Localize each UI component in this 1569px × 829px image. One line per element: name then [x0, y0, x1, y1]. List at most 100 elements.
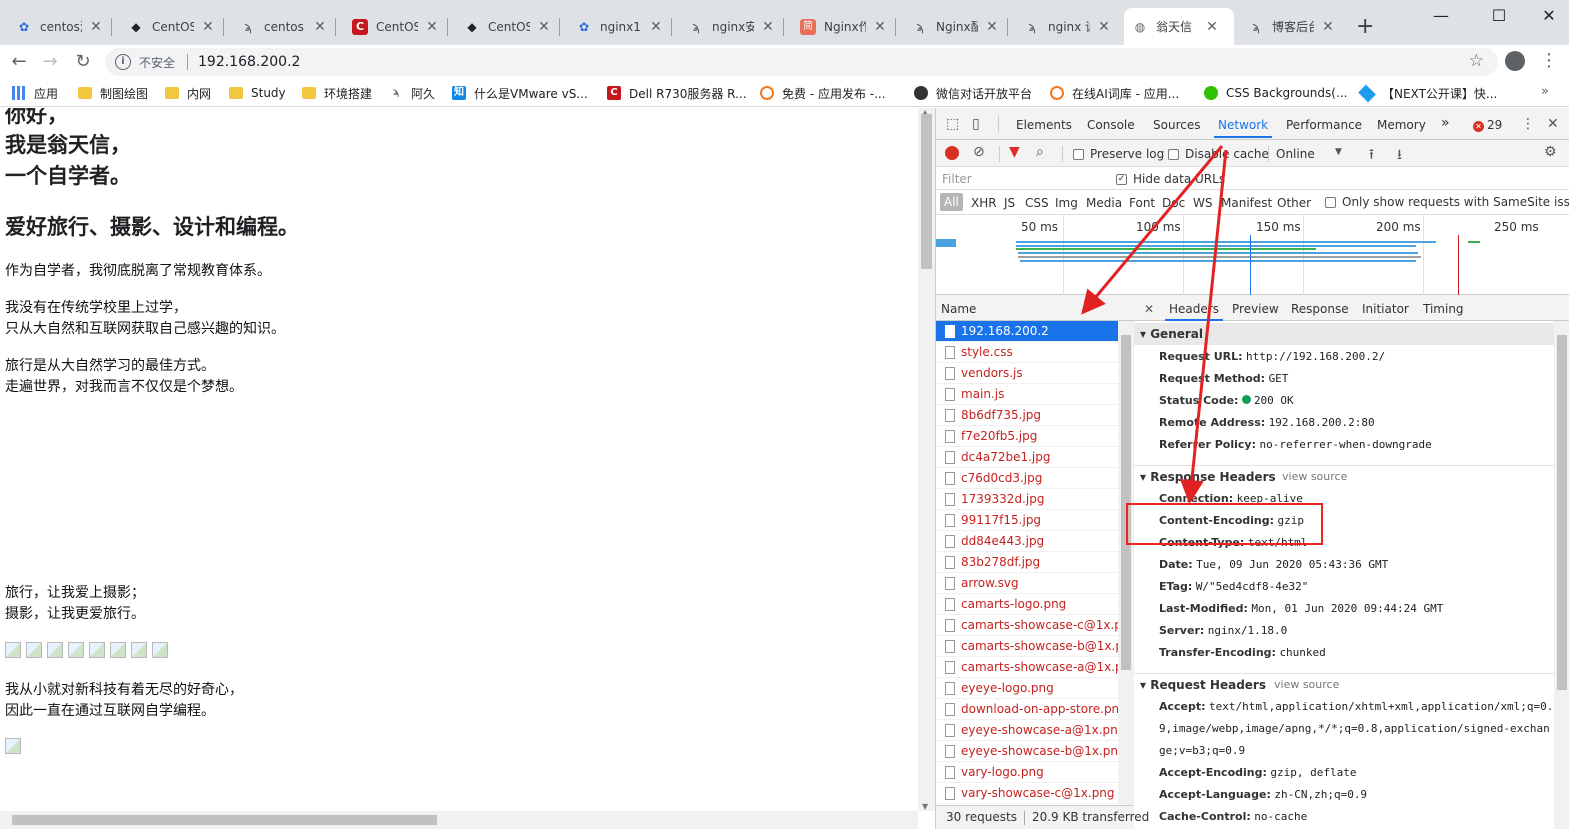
- request-row[interactable]: vary-showcase-c@1x.png: [936, 783, 1118, 804]
- bookmark-item[interactable]: 微信对话开放平台: [914, 84, 1032, 102]
- disable-cache-checkbox[interactable]: Disable cache: [1168, 147, 1269, 161]
- request-row[interactable]: f7e20fb5.jpg: [936, 426, 1118, 447]
- hide-data-urls-checkbox[interactable]: ✓ Hide data URLs: [1116, 172, 1225, 186]
- filter-all[interactable]: All: [940, 193, 963, 211]
- request-row[interactable]: vendors.js: [936, 363, 1118, 384]
- broken-image-icon[interactable]: [152, 642, 168, 658]
- tab-sources[interactable]: Sources: [1153, 118, 1200, 132]
- request-row[interactable]: camarts-showcase-a@1x.png: [936, 657, 1118, 678]
- bookmark-item[interactable]: 环境搭建: [302, 84, 372, 102]
- bookmark-item[interactable]: 免费 - 应用发布 -...: [760, 84, 886, 102]
- close-icon[interactable]: ✕: [424, 19, 440, 35]
- tab-elements[interactable]: Elements: [1016, 118, 1072, 132]
- broken-image-icon[interactable]: [5, 738, 21, 754]
- maximize-button[interactable]: ☐: [1484, 6, 1514, 25]
- broken-image-icon[interactable]: [131, 642, 147, 658]
- tab-timing[interactable]: Timing: [1423, 302, 1464, 316]
- request-row[interactable]: 1739332d.jpg: [936, 489, 1118, 510]
- bookmark-item[interactable]: 知什么是VMware vS...: [452, 84, 588, 102]
- close-icon[interactable]: ✕: [760, 19, 776, 35]
- filter-css[interactable]: CSS: [1025, 196, 1049, 210]
- filter-input[interactable]: Filter: [942, 172, 972, 186]
- bookmark-item[interactable]: ϡ 阿久: [389, 84, 435, 102]
- network-overview-timeline[interactable]: 50 ms 100 ms 150 ms 200 ms 250 ms: [936, 215, 1569, 295]
- filter-media[interactable]: Media: [1086, 196, 1122, 210]
- broken-image-icon[interactable]: [26, 642, 42, 658]
- import-har-icon[interactable]: ⭱: [1369, 144, 1374, 168]
- response-headers-section-header[interactable]: ▾ Response Headers view source: [1134, 465, 1554, 487]
- general-section-header[interactable]: ▾ General: [1134, 323, 1554, 345]
- browser-tab[interactable]: ϡ nginx安装 ✕: [680, 8, 784, 45]
- request-row[interactable]: dc4a72be1.jpg: [936, 447, 1118, 468]
- browser-tab[interactable]: C CentOS7 ✕: [344, 8, 448, 45]
- browser-tab[interactable]: ◆ CentOS7 ✕: [120, 8, 224, 45]
- request-row[interactable]: c76d0cd3.jpg: [936, 468, 1118, 489]
- devtools-close-icon[interactable]: ✕: [1547, 116, 1559, 132]
- reload-button[interactable]: ↻: [72, 51, 94, 73]
- broken-image-icon[interactable]: [68, 642, 84, 658]
- clear-icon[interactable]: ⊘: [973, 144, 985, 160]
- close-icon[interactable]: ✕: [1320, 19, 1336, 35]
- browser-tab[interactable]: ϡ nginx 读 ✕: [1016, 8, 1120, 45]
- error-count-badge[interactable]: ✕ 29: [1473, 118, 1502, 132]
- close-icon[interactable]: ✕: [200, 19, 216, 35]
- request-row[interactable]: dd84e443.jpg: [936, 531, 1118, 552]
- network-settings-gear-icon[interactable]: ⚙: [1544, 144, 1557, 160]
- close-icon[interactable]: ✕: [1096, 19, 1112, 35]
- request-row[interactable]: camarts-logo.png: [936, 594, 1118, 615]
- tab-headers[interactable]: Headers: [1165, 302, 1223, 321]
- close-icon[interactable]: ✕: [648, 19, 664, 35]
- bookmark-item[interactable]: 【NEXT公开课】快...: [1358, 84, 1497, 102]
- record-icon[interactable]: [945, 146, 959, 160]
- close-icon[interactable]: ✕: [872, 19, 888, 35]
- info-icon[interactable]: i: [115, 54, 131, 70]
- devtools-menu-icon[interactable]: ⋮: [1521, 116, 1535, 132]
- bookmarks-overflow-icon[interactable]: »: [1541, 84, 1549, 99]
- page-horizontal-scrollbar[interactable]: [0, 811, 918, 829]
- browser-tab-active[interactable]: ◍ 翁天信 ✕: [1124, 8, 1234, 45]
- address-bar[interactable]: i 不安全 192.168.200.2 ☆: [105, 48, 1498, 76]
- request-row[interactable]: arrow.svg: [936, 573, 1118, 594]
- filter-manifest[interactable]: Manifest: [1221, 196, 1272, 210]
- browser-tab[interactable]: ✿ centos添加 ✕: [8, 8, 112, 45]
- throttling-select[interactable]: Online: [1276, 147, 1315, 161]
- filter-font[interactable]: Font: [1129, 196, 1155, 210]
- broken-image-icon[interactable]: [5, 642, 21, 658]
- request-row-selected[interactable]: 192.168.200.2: [936, 321, 1118, 342]
- filter-other[interactable]: Other: [1277, 196, 1311, 210]
- bookmark-item[interactable]: 在线AI词库 - 应用...: [1050, 84, 1179, 102]
- request-row[interactable]: 83b278df.jpg: [936, 552, 1118, 573]
- request-row[interactable]: eyeye-showcase-a@1x.png: [936, 720, 1118, 741]
- close-icon[interactable]: ✕: [88, 19, 104, 35]
- request-row[interactable]: 99117f15.jpg: [936, 510, 1118, 531]
- filter-js[interactable]: JS: [1004, 196, 1015, 210]
- preserve-log-checkbox[interactable]: Preserve log: [1073, 147, 1164, 161]
- request-row[interactable]: download-on-app-store.png: [936, 699, 1118, 720]
- request-row[interactable]: camarts-showcase-c@1x.png: [936, 615, 1118, 636]
- tab-memory[interactable]: Memory: [1377, 118, 1426, 132]
- browser-tab[interactable]: ϡ 博客后台 ✕: [1240, 8, 1344, 45]
- broken-image-icon[interactable]: [89, 642, 105, 658]
- filter-doc[interactable]: Doc: [1162, 196, 1185, 210]
- minimize-button[interactable]: —: [1426, 6, 1456, 25]
- bookmark-item[interactable]: 应用: [12, 84, 58, 102]
- filter-xhr[interactable]: XHR: [971, 196, 997, 210]
- device-toggle-icon[interactable]: ▯: [972, 116, 980, 132]
- browser-tab[interactable]: ◆ CentOS7 ✕: [456, 8, 560, 45]
- tab-response[interactable]: Response: [1291, 302, 1349, 316]
- browser-tab[interactable]: ✿ nginx1.1 ✕: [568, 8, 672, 45]
- bookmark-item[interactable]: CSS Backgrounds(...: [1204, 84, 1347, 102]
- tab-performance[interactable]: Performance: [1286, 118, 1362, 132]
- close-icon[interactable]: ✕: [536, 19, 552, 35]
- more-tabs-icon[interactable]: »: [1441, 115, 1450, 131]
- search-icon[interactable]: ⌕: [1036, 144, 1044, 160]
- detail-scrollbar[interactable]: [1554, 321, 1569, 829]
- star-icon[interactable]: ☆: [1469, 51, 1484, 71]
- url-text[interactable]: 192.168.200.2: [198, 54, 300, 70]
- view-source-link[interactable]: view source: [1282, 470, 1347, 483]
- browser-menu-icon[interactable]: ⋮: [1540, 50, 1558, 71]
- new-tab-button[interactable]: +: [1356, 14, 1374, 39]
- request-row[interactable]: eyeye-logo.png: [936, 678, 1118, 699]
- filter-img[interactable]: Img: [1055, 196, 1078, 210]
- request-row[interactable]: main.js: [936, 384, 1118, 405]
